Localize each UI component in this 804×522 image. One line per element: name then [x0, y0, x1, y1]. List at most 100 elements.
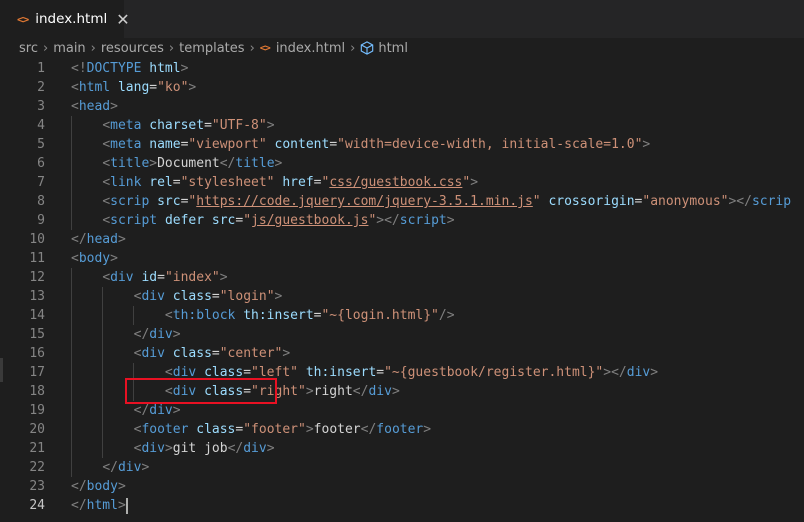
code-line[interactable]: 13 <div class="login">	[0, 287, 804, 306]
code-line[interactable]: 5 <meta name="viewport" content="width=d…	[0, 135, 804, 154]
code-text: <!DOCTYPE html>	[71, 59, 188, 78]
code-text: <div class="center">	[71, 344, 291, 363]
code-text: <meta charset="UTF-8">	[71, 116, 275, 135]
breadcrumb-item-file[interactable]: index.html	[276, 41, 345, 56]
code-token: </	[71, 479, 87, 494]
breadcrumb-item-templates[interactable]: templates	[179, 41, 244, 56]
code-token: >	[274, 156, 283, 171]
line-number: 3	[37, 99, 45, 114]
code-line[interactable]: 24 </html>	[0, 496, 804, 515]
code-token: <	[164, 308, 173, 323]
indent-guide	[71, 268, 72, 477]
breadcrumb-item-symbol[interactable]: html	[378, 41, 408, 56]
code-token: <!	[71, 61, 87, 76]
code-text: <scrip src="https://code.jquery.com/jque…	[71, 192, 791, 211]
code-line[interactable]: 17 <div class="left" th:insert="~{guestb…	[0, 363, 804, 382]
breadcrumb-item-main[interactable]: main	[53, 41, 85, 56]
code-token: "footer"	[243, 422, 306, 437]
code-line[interactable]: 1 <!DOCTYPE html>	[0, 59, 804, 78]
line-number: 20	[29, 422, 45, 437]
code-token: >	[305, 384, 314, 399]
code-line[interactable]: 19 </div>	[0, 401, 804, 420]
code-line[interactable]: 18 <div class="right">right</div>	[0, 382, 804, 401]
code-token: script	[110, 213, 158, 228]
code-token: ></	[728, 194, 752, 209]
tab-index-html[interactable]: <> index.html ✕	[0, 0, 130, 38]
code-line[interactable]: 11 <body>	[0, 249, 804, 268]
code-line[interactable]: 10 </head>	[0, 230, 804, 249]
chevron-right-icon: ›	[350, 40, 356, 56]
breadcrumb: src › main › resources › templates › <> …	[0, 38, 804, 58]
code-token: html	[86, 498, 118, 513]
code-token: DOCTYPE	[86, 61, 142, 76]
chevron-right-icon: ›	[42, 40, 49, 56]
code-editor[interactable]: 1 <!DOCTYPE html> 2 <html lang="ko"> 3 <head>…	[0, 58, 804, 522]
breadcrumb-item-src[interactable]: src	[19, 41, 38, 56]
code-token: <	[102, 270, 111, 285]
code-token: >	[141, 460, 150, 475]
code-line[interactable]: 12 <div id="index">	[0, 268, 804, 287]
code-line[interactable]: 14 <th:block th:insert="~{login.html}"/>	[0, 306, 804, 325]
code-token: meta	[110, 118, 142, 133]
indent-guide	[133, 306, 135, 325]
code-token: body	[86, 479, 118, 494]
line-number: 2	[37, 80, 45, 95]
code-line[interactable]: 6 <title>Document</title>	[0, 154, 804, 173]
code-token: html	[149, 61, 181, 76]
code-line[interactable]: 9 <script defer src="js/guestbook.js"></…	[0, 211, 804, 230]
code-line[interactable]: 23 </body>	[0, 477, 804, 496]
code-token: >	[172, 403, 181, 418]
code-token: >	[164, 441, 173, 456]
code-token: th:insert	[243, 308, 314, 323]
breadcrumb-item-resources[interactable]: resources	[101, 41, 164, 56]
code-line[interactable]: 20 <footer class="footer">footer</footer…	[0, 420, 804, 439]
code-line[interactable]: 3 <head>	[0, 97, 804, 116]
line-number: 9	[37, 213, 45, 228]
close-icon[interactable]: ✕	[116, 10, 129, 29]
code-line[interactable]: 22 </div>	[0, 458, 804, 477]
code-token: th:block	[172, 308, 236, 323]
code-line[interactable]: 15 </div>	[0, 325, 804, 344]
code-token: </	[227, 441, 244, 456]
code-token: div	[141, 441, 165, 456]
code-token: "anonymous"	[642, 194, 729, 209]
line-number: 24	[29, 498, 45, 513]
code-token: </	[219, 156, 236, 171]
code-token: =	[211, 346, 220, 361]
html-file-icon: <>	[17, 12, 29, 26]
code-token: </	[352, 384, 369, 399]
code-text: </div>	[71, 458, 149, 477]
code-token: >	[266, 441, 275, 456]
code-token: "~{login.html}"	[321, 308, 439, 323]
code-line[interactable]: 7 <link rel="stylesheet" href="css/guest…	[0, 173, 804, 192]
code-line[interactable]: 2 <html lang="ko">	[0, 78, 804, 97]
code-token: >	[391, 384, 400, 399]
line-number: 8	[37, 194, 45, 209]
code-token: >	[266, 118, 275, 133]
code-line[interactable]: 21 <div>git job</div>	[0, 439, 804, 458]
code-token: </	[102, 460, 118, 475]
code-token: html	[78, 80, 111, 95]
code-token: defer	[164, 213, 205, 228]
code-token: <	[102, 156, 111, 171]
code-token: div	[110, 270, 134, 285]
code-token: =	[157, 270, 165, 285]
code-line[interactable]: 8 <scrip src="https://code.jquery.com/jq…	[0, 192, 804, 211]
chevron-right-icon: ›	[249, 40, 255, 56]
code-token: <	[71, 251, 79, 266]
html-file-icon: <>	[259, 42, 271, 54]
code-token: footer	[313, 422, 361, 437]
code-line[interactable]: 16 <div class="center">	[0, 344, 804, 363]
code-token: Document	[157, 156, 220, 171]
code-line[interactable]: 4 <meta charset="UTF-8">	[0, 116, 804, 135]
code-token: >	[110, 99, 118, 114]
code-token: scrip	[751, 194, 792, 209]
code-token: >	[282, 346, 291, 361]
code-token: css/guestbook.css	[329, 175, 463, 190]
code-token: />	[438, 308, 455, 323]
code-token: div	[243, 441, 267, 456]
code-text: <div id="index">	[71, 268, 227, 287]
